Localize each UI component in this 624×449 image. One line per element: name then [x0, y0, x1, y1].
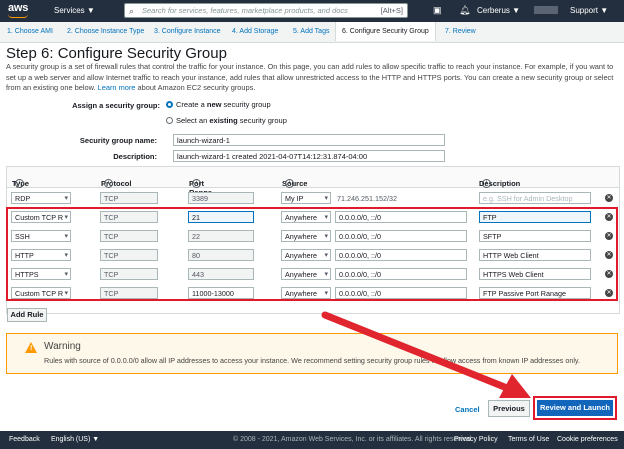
language-select[interactable]: English (US) ▼: [51, 436, 99, 443]
highlight-box-review: Review and Launch: [533, 396, 617, 420]
annotation-arrow-icon: [321, 311, 531, 398]
review-and-launch-button[interactable]: Review and Launch: [537, 400, 613, 416]
terms-of-use-link[interactable]: Terms of Use: [508, 436, 549, 443]
cookie-preferences-link[interactable]: Cookie preferences: [557, 436, 618, 443]
feedback-link[interactable]: Feedback: [9, 436, 40, 443]
footer: Feedback English (US) ▼ © 2008 - 2021, A…: [0, 431, 624, 449]
copyright-text: © 2008 - 2021, Amazon Web Services, Inc.…: [233, 436, 473, 443]
cancel-link[interactable]: Cancel: [455, 405, 480, 414]
privacy-policy-link[interactable]: Privacy Policy: [454, 436, 498, 443]
previous-button[interactable]: Previous: [488, 400, 530, 417]
